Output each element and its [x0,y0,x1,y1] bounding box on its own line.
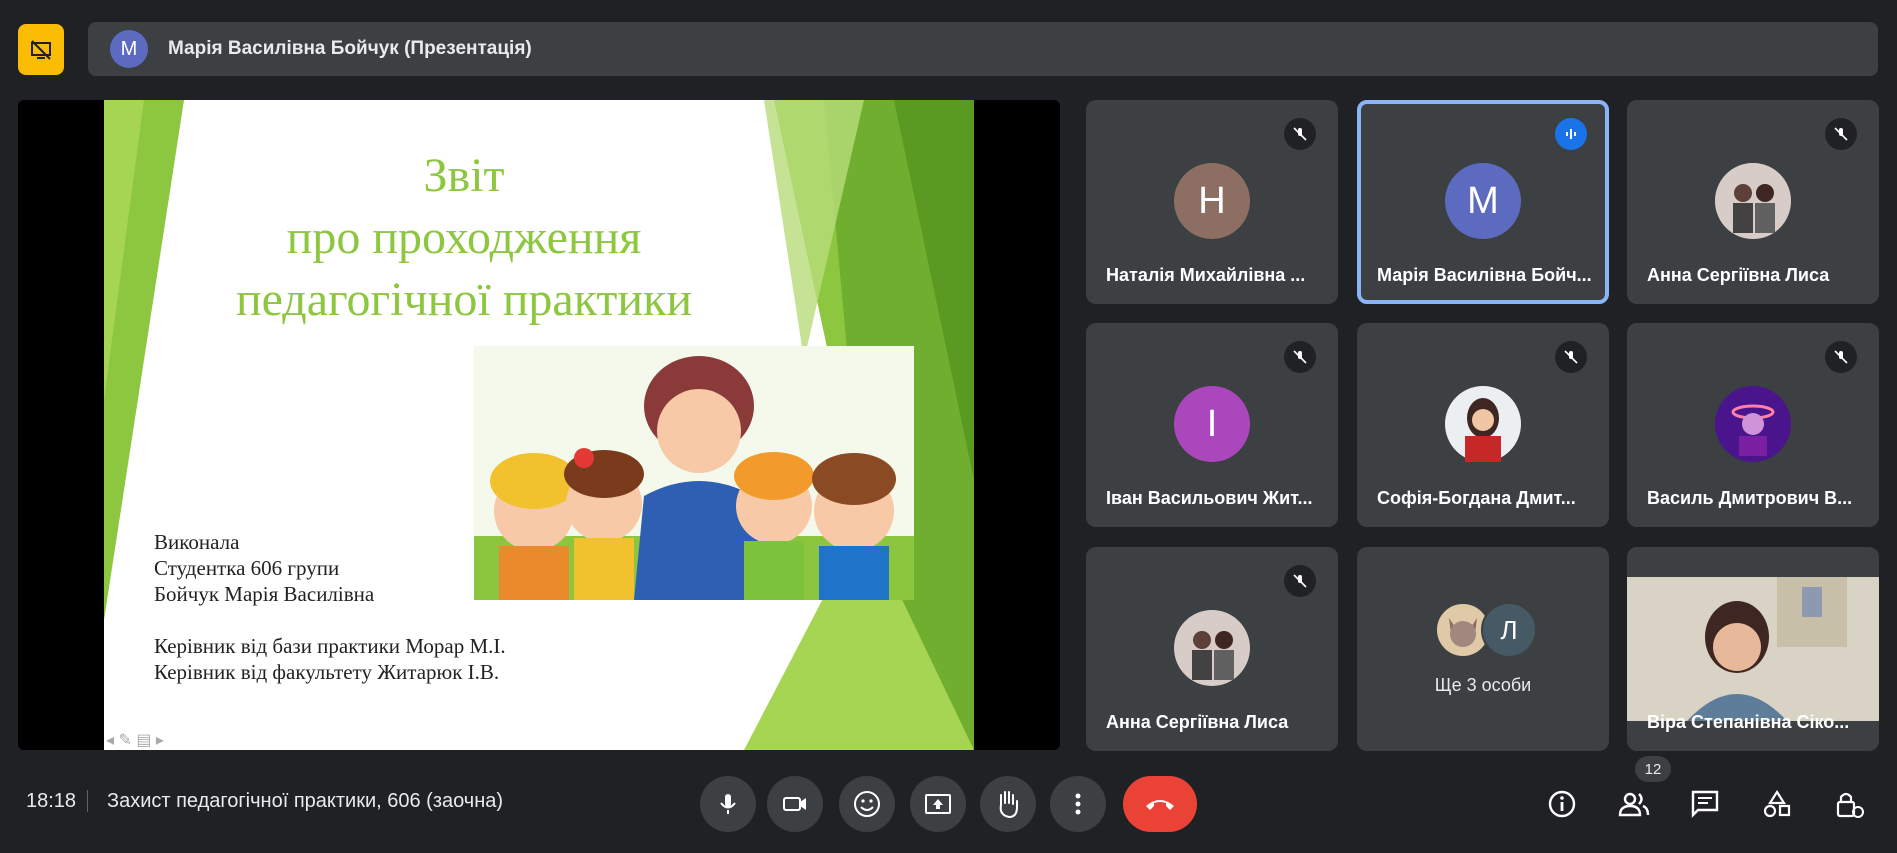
present-button[interactable] [910,776,966,832]
presenter-avatar: М [110,30,148,68]
presenter-bar[interactable]: М Марія Василівна Бойчук (Презентація) [88,22,1878,76]
info-icon [1548,790,1576,818]
participant-tile-video[interactable]: Віра Степанівна Сіко... [1627,547,1879,751]
participant-video [1627,577,1879,721]
participant-name: Анна Сергіївна Лиса [1647,265,1830,285]
mic-off-icon [1284,118,1316,150]
mic-off-icon [1284,565,1316,597]
participant-tile[interactable]: Василь Дмитрович В... [1627,323,1879,527]
participant-name: Віра Степанівна Сіко... [1647,712,1850,732]
others-count-label: Ще 3 особи [1434,675,1532,695]
activities-icon [1763,789,1791,818]
slide-title-3: педагогічної практики [235,273,693,326]
host-controls-icon [1836,792,1864,818]
avatar: І [1174,386,1250,462]
slide-title-2: про проходження [286,211,642,264]
slide-author-3: Бойчук Марія Василівна [154,582,375,606]
participant-name: Анна Сергіївна Лиса [1106,712,1289,732]
slide-title-1: Звіт [423,149,505,202]
avatar-photo [1445,386,1521,462]
microphone-button[interactable] [700,776,756,832]
presenting-off-icon [31,39,51,60]
presenter-label: Марія Василівна Бойчук (Презентація) [168,38,532,59]
camera-icon [783,797,806,811]
participant-name: Іван Васильович Жит... [1106,488,1313,508]
slide-nav-controls[interactable]: ◂ ✎ ▤ ▸ [106,730,164,750]
avatar: М [1445,163,1521,239]
host-controls-button[interactable] [1825,780,1873,828]
teacher-children-illustration [474,346,914,600]
raise-hand-button[interactable] [980,776,1036,832]
slide-author-2: Студентка 606 групи [154,556,340,580]
avatar: Н [1174,163,1250,239]
avatar-photo [1715,163,1791,239]
participant-name: Наталія Михайлівна ... [1106,265,1306,285]
slide-supervisor-2: Керівник від факультету Житарюк І.В. [154,660,500,684]
chat-icon [1691,790,1719,818]
others-tile[interactable]: Л Ще 3 особи [1357,547,1609,751]
avatar: Л [1481,602,1537,658]
participant-tile[interactable]: Анна Сергіївна Лиса [1086,547,1338,751]
participant-tile[interactable]: Анна Сергіївна Лиса [1627,100,1879,304]
present-icon [925,794,951,814]
activities-button[interactable] [1753,780,1801,828]
people-icon [1618,792,1650,817]
slide-supervisor-1: Керівник від бази практики Морар М.І. [154,634,506,658]
meeting-clock: 18:18 [26,790,77,812]
mic-off-icon [1825,341,1857,373]
mic-off-icon [1825,118,1857,150]
participant-tile[interactable]: Н Наталія Михайлівна ... [1086,100,1338,304]
presentation-stage: Звіт про проходження педагогічної практи… [18,100,1060,750]
leave-call-button[interactable] [1123,776,1197,832]
participant-tile-active[interactable]: М Марія Василівна Бойч... [1357,100,1609,304]
mic-icon [720,794,736,814]
participant-tile[interactable]: Софія-Богдана Дмит... [1357,323,1609,527]
chat-button[interactable] [1681,780,1729,828]
more-vert-icon [1075,793,1081,815]
emoji-icon [854,791,880,817]
people-count-badge: 12 [1635,756,1671,782]
people-button[interactable] [1610,780,1658,828]
hangup-icon [1146,800,1174,810]
slide-author-1: Виконала [154,530,240,554]
raise-hand-icon [999,791,1018,819]
presenting-indicator-button[interactable] [18,24,64,75]
meeting-title: Захист педагогічної практики, 606 (заочн… [107,790,504,812]
participant-name: Марія Василівна Бойч... [1377,265,1592,285]
participant-name: Василь Дмитрович В... [1647,488,1853,508]
participant-tile[interactable]: І Іван Васильович Жит... [1086,323,1338,527]
emoji-button[interactable] [839,776,895,832]
participant-name: Софія-Богдана Дмит... [1377,488,1576,508]
mic-off-icon [1555,341,1587,373]
camera-button[interactable] [767,776,823,832]
more-options-button[interactable] [1050,776,1106,832]
avatar-photo [1715,386,1791,462]
slide: Звіт про проходження педагогічної практи… [104,100,974,750]
avatar-photo [1174,610,1250,686]
audio-level-icon [1555,118,1587,150]
mic-off-icon [1284,341,1316,373]
divider [87,790,88,812]
meeting-info-button[interactable] [1538,780,1586,828]
